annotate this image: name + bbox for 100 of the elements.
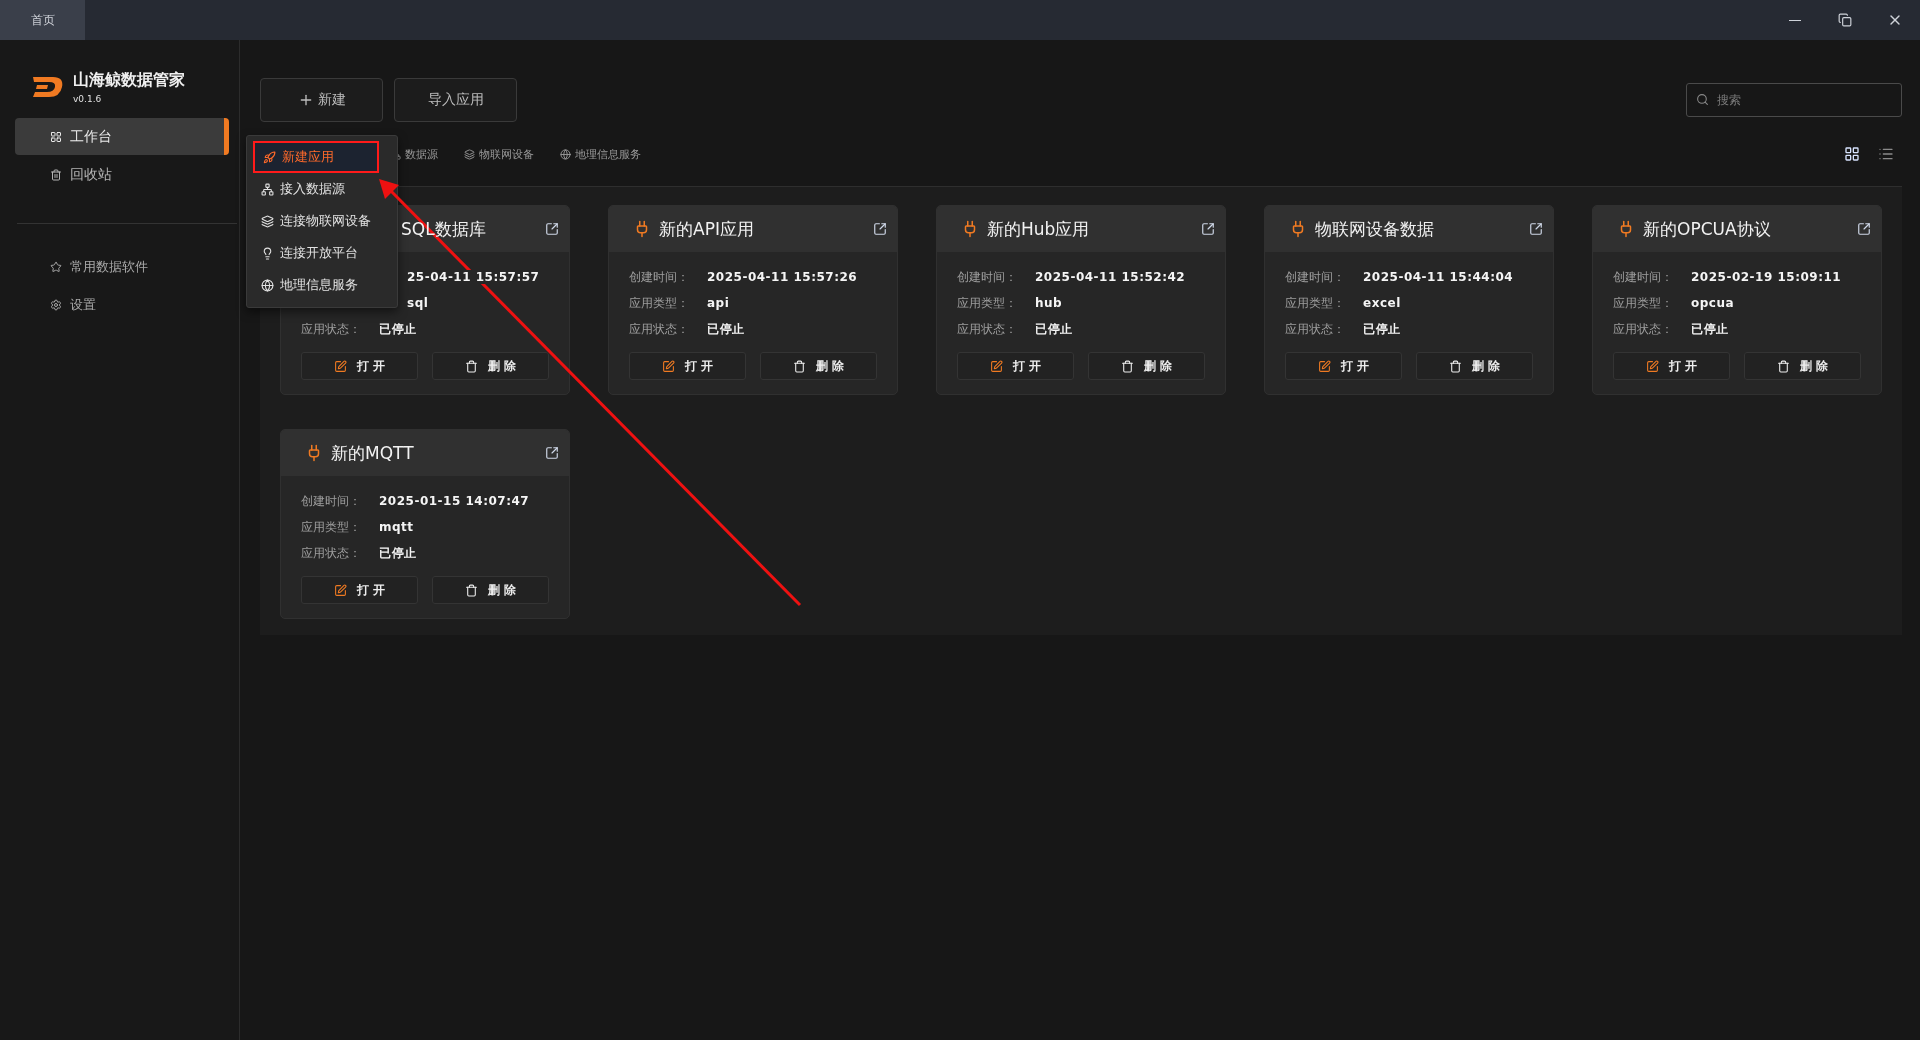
export-icon[interactable] (873, 222, 887, 236)
field-value: mqtt (379, 520, 414, 534)
field-label: 应用类型： (629, 294, 690, 312)
settings-icon (50, 299, 62, 311)
open-button[interactable]: 打 开 (301, 352, 418, 380)
delete-button[interactable]: 删 除 (1088, 352, 1205, 380)
field-value: 已停止 (379, 544, 417, 562)
restore-icon (1838, 13, 1852, 27)
card-title: 新的API应用 (659, 217, 755, 241)
field-value: hub (1035, 296, 1063, 310)
field-label: 创建时间： (301, 492, 362, 510)
globe-icon (560, 148, 571, 160)
field-label: 应用类型： (1285, 294, 1346, 312)
card-title: 新的OPCUA协议 (1643, 217, 1772, 241)
layers-icon (261, 214, 274, 228)
star-icon (50, 261, 62, 273)
field-value: 已停止 (1363, 320, 1401, 338)
app-name: 山海鲸数据管家 (73, 70, 185, 91)
card-title: 新的Hub应用 (987, 217, 1091, 241)
menu-item[interactable]: 新建应用 (253, 141, 379, 173)
nav-item[interactable]: 常用数据软件 (15, 248, 229, 286)
filter-tab[interactable]: 地理信息服务 (560, 146, 641, 162)
search-field[interactable]: 搜索 (1686, 83, 1902, 117)
export-icon[interactable] (545, 446, 559, 460)
trash-icon (792, 359, 806, 373)
field-label: 应用类型： (301, 518, 362, 536)
delete-button[interactable]: 删 除 (1744, 352, 1861, 380)
field-label: 创建时间： (629, 268, 690, 286)
nav-item[interactable]: 工作台 (15, 118, 229, 155)
field-value: 已停止 (1691, 320, 1729, 338)
trash-icon (50, 168, 62, 181)
open-button[interactable]: 打 开 (957, 352, 1074, 380)
trash-icon (464, 583, 478, 597)
trash-icon (1120, 359, 1134, 373)
filter-tab[interactable]: 物联网设备 (464, 146, 534, 162)
globe-icon (261, 278, 274, 292)
nav-label: 常用数据软件 (70, 258, 148, 276)
open-button[interactable]: 打 开 (629, 352, 746, 380)
field-value: 2025-04-11 15:52:42 (1035, 270, 1186, 284)
field-label: 创建时间： (1613, 268, 1674, 286)
rocket-icon (263, 150, 276, 164)
app-version: v0.1.6 (73, 94, 103, 104)
nav-label: 设置 (70, 296, 96, 314)
open-button[interactable]: 打 开 (1613, 352, 1730, 380)
nav-item[interactable]: 设置 (15, 286, 229, 324)
field-label: 应用状态： (1613, 320, 1674, 338)
export-icon[interactable] (1201, 222, 1215, 236)
field-value: excel (1363, 296, 1401, 310)
menu-item[interactable]: 连接开放平台 (247, 237, 397, 269)
menu-item[interactable]: 接入数据源 (247, 173, 397, 205)
logo-icon (31, 74, 65, 100)
edit-icon (989, 359, 1003, 373)
edit-icon (333, 583, 347, 597)
export-icon[interactable] (545, 222, 559, 236)
delete-button[interactable]: 删 除 (432, 352, 549, 380)
field-value: 已停止 (1035, 320, 1073, 338)
field-label: 应用状态： (301, 544, 362, 562)
edit-icon (1645, 359, 1659, 373)
open-button[interactable]: 打 开 (301, 576, 418, 604)
trash-icon (1448, 359, 1462, 373)
open-button[interactable]: 打 开 (1285, 352, 1402, 380)
field-value: 2025-04-11 15:57:26 (707, 270, 858, 284)
grid-view-button[interactable] (1844, 146, 1860, 162)
field-label: 创建时间： (957, 268, 1018, 286)
nav-label: 工作台 (70, 127, 112, 146)
delete-button[interactable]: 删 除 (432, 576, 549, 604)
delete-button[interactable]: 删 除 (760, 352, 877, 380)
import-button[interactable]: 导入应用 (394, 78, 517, 122)
minimize-icon (1789, 19, 1801, 21)
field-value: 2025-04-11 15:44:04 (1363, 270, 1514, 284)
field-value: api (707, 296, 730, 310)
card-title: 新的MQTT (331, 441, 415, 465)
field-value: 25-04-11 15:57:57 (407, 270, 540, 284)
nav-item[interactable]: 回收站 (15, 156, 229, 193)
field-value: 已停止 (707, 320, 745, 338)
field-label: 创建时间： (1285, 268, 1346, 286)
window-tab[interactable]: 首页 (0, 0, 85, 40)
field-value: 2025-02-19 15:09:11 (1691, 270, 1842, 284)
field-label: 应用状态： (629, 320, 690, 338)
menu-item[interactable]: 地理信息服务 (247, 269, 397, 301)
menu-item[interactable]: 连接物联网设备 (247, 205, 397, 237)
field-value: 2025-01-15 14:07:47 (379, 494, 530, 508)
field-label: 应用类型： (1613, 294, 1674, 312)
trash-icon (1776, 359, 1790, 373)
nav-label: 回收站 (70, 165, 112, 184)
edit-icon (333, 359, 347, 373)
edit-icon (1317, 359, 1331, 373)
delete-button[interactable]: 删 除 (1416, 352, 1533, 380)
edit-icon (661, 359, 675, 373)
list-view-button[interactable] (1878, 146, 1894, 162)
export-icon[interactable] (1857, 222, 1871, 236)
grid-icon (50, 130, 62, 143)
field-value: 已停止 (379, 320, 417, 338)
field-label: 应用类型： (957, 294, 1018, 312)
export-icon[interactable] (1529, 222, 1543, 236)
search-icon (1696, 93, 1709, 106)
field-label: 应用状态： (301, 320, 362, 338)
card-title: 物联网设备数据 (1315, 217, 1435, 241)
bulb-icon (261, 246, 274, 260)
new-button[interactable]: 新建 (260, 78, 383, 122)
